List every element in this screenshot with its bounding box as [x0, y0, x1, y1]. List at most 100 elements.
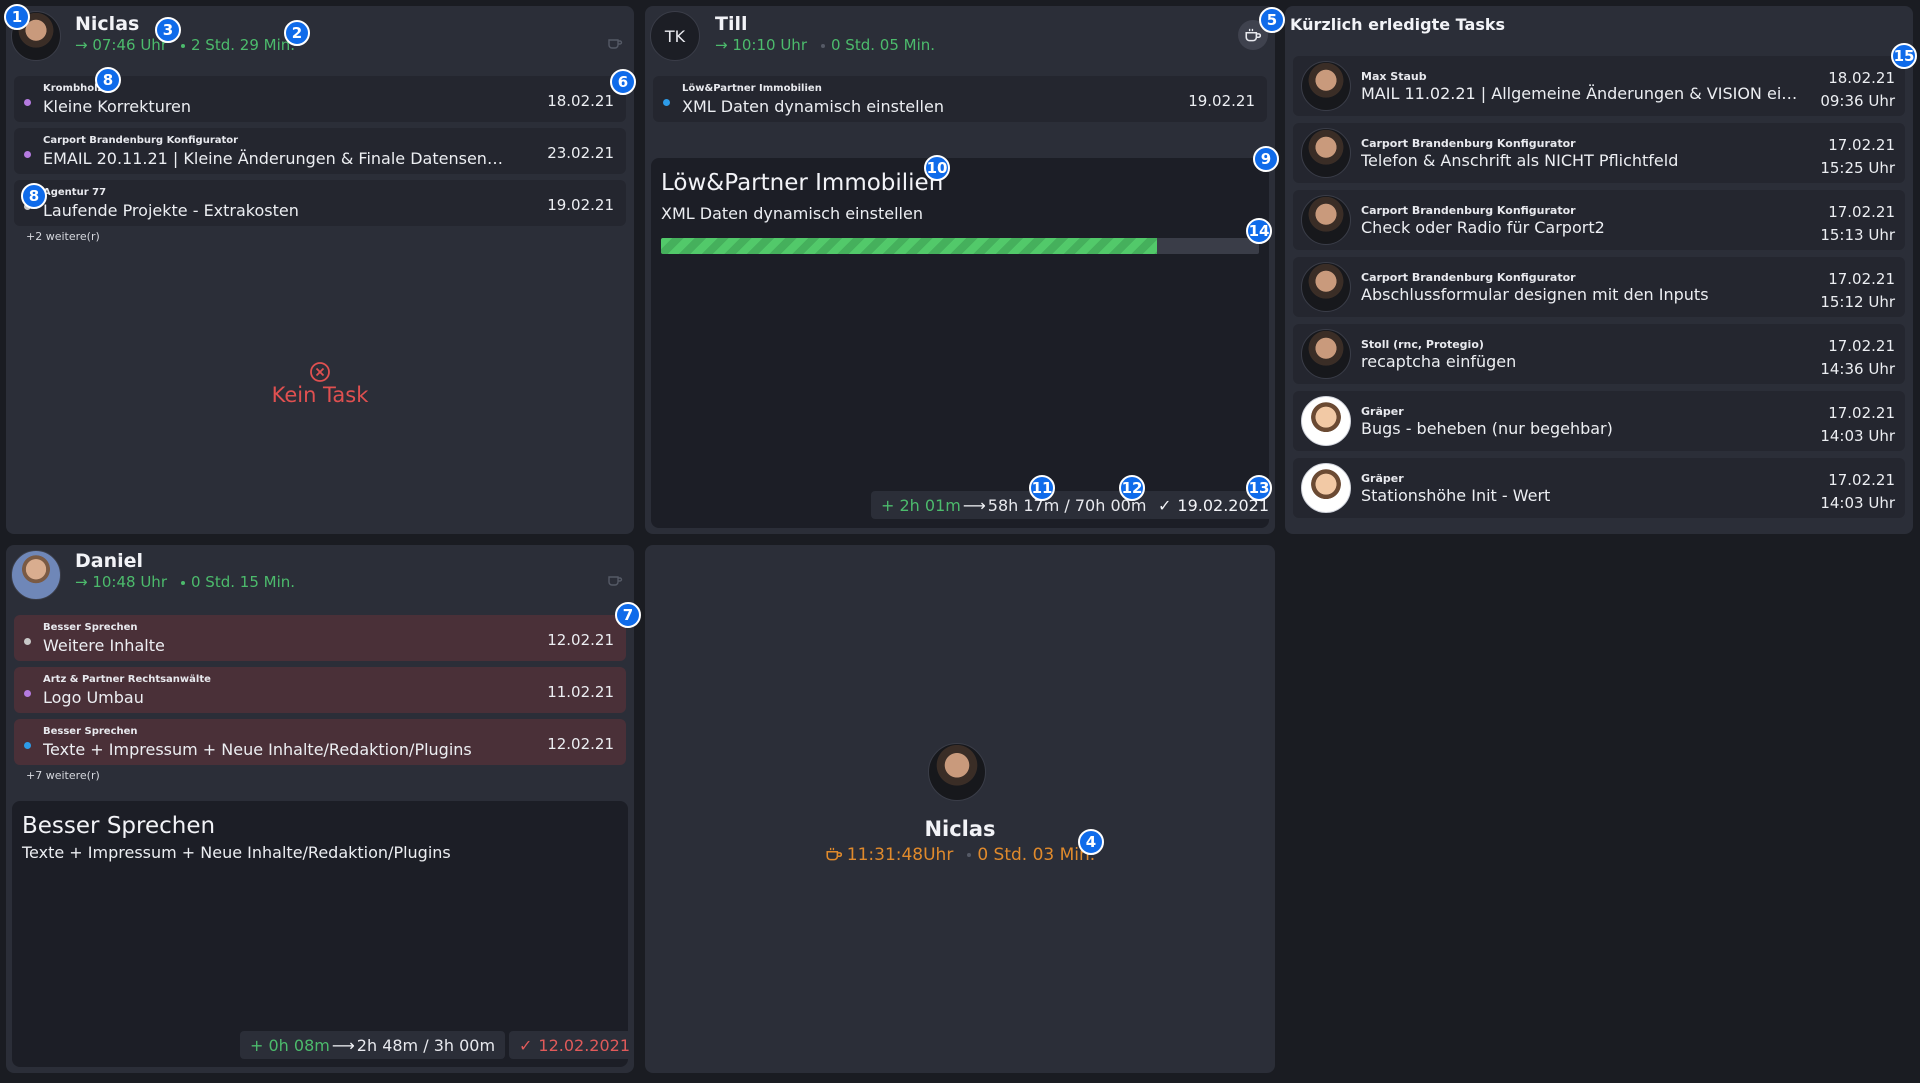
avatar	[1301, 61, 1351, 111]
recent-task-item[interactable]: Gräper Stationshöhe Init - Wert 17.02.21…	[1293, 458, 1905, 518]
annotation-badge: 5	[1259, 7, 1285, 33]
annotation-badge: 2	[284, 20, 310, 46]
annotation-badge: 8	[95, 67, 121, 93]
user-name: Niclas	[924, 817, 996, 841]
task-title: XML Daten dynamisch einstellen	[682, 97, 944, 116]
time-added: + 0h 08m	[250, 1035, 330, 1055]
task-date: 12.02.21	[547, 631, 614, 649]
task-title: MAIL 11.02.21 | Allgemeine Änderungen & …	[1361, 84, 1806, 103]
avatar: TK	[650, 11, 700, 61]
status-dot	[24, 151, 31, 158]
annotation-badge: 1	[4, 4, 30, 30]
task-date: 11.02.21	[547, 683, 614, 701]
user-card-daniel: Daniel → 10:48 Uhr 0 Std. 15 Min. Besser …	[6, 545, 634, 1073]
task-item[interactable]: Löw&Partner Immobilien XML Daten dynamis…	[653, 76, 1267, 122]
recent-task-item[interactable]: Carport Brandenburg Konfigurator Abschlu…	[1293, 257, 1905, 317]
due-date-chip: ✓ 12.02.2021	[509, 1031, 634, 1059]
break-start: 11:31:48Uhr	[846, 845, 954, 865]
annotation-badge: 14	[1246, 218, 1272, 244]
work-time: → 07:46 Uhr 2 Std. 29 Min.	[75, 36, 295, 54]
task-date: 17.02.21	[1828, 337, 1895, 355]
task-title: Logo Umbau	[43, 688, 144, 707]
avatar	[1301, 396, 1351, 446]
user-name: Niclas	[75, 13, 140, 35]
recent-task-item[interactable]: Stoll (rnc, Protegio) recaptcha einfügen…	[1293, 324, 1905, 384]
task-date: 17.02.21	[1828, 471, 1895, 489]
user-card-till: TK Till → 10:10 Uhr 0 Std. 05 Min. Löw&Pa…	[645, 6, 1275, 534]
task-title: Kleine Korrekturen	[43, 97, 192, 116]
task-time: 15:25 Uhr	[1820, 159, 1895, 177]
status-dot	[663, 99, 670, 106]
task-title: Weitere Inhalte	[43, 636, 165, 655]
check-icon: ✓	[1158, 495, 1172, 515]
annotation-badge: 6	[610, 69, 636, 95]
status-dot	[24, 742, 31, 749]
task-date: 19.02.21	[1188, 92, 1255, 110]
recent-task-item[interactable]: Gräper Bugs - beheben (nur begehbar) 17.…	[1293, 391, 1905, 451]
user-name: Daniel	[75, 550, 144, 572]
task-title: Check oder Radio für Carport2	[1361, 218, 1605, 237]
task-date: 17.02.21	[1828, 203, 1895, 221]
avatar	[1301, 195, 1351, 245]
break-button[interactable]	[600, 28, 630, 58]
recent-task-item[interactable]: Max Staub MAIL 11.02.21 | Allgemeine Änd…	[1293, 56, 1905, 116]
status-dot	[24, 690, 31, 697]
task-client: Carport Brandenburg Konfigurator	[1361, 271, 1576, 284]
status-dot	[24, 99, 31, 106]
start-time: → 07:46 Uhr	[75, 36, 167, 54]
task-date: 17.02.21	[1828, 136, 1895, 154]
annotation-badge: 11	[1029, 475, 1055, 501]
task-client: Carport Brandenburg Konfigurator	[43, 135, 239, 146]
time-tracked-chip: + 0h 08m ⟶ 2h 48m / 3h 00m	[240, 1031, 506, 1059]
annotation-badge: 10	[924, 155, 950, 181]
task-item[interactable]: Besser Sprechen Weitere Inhalte 12.02.21	[14, 615, 626, 661]
annotation-badge: 3	[155, 17, 181, 43]
task-item[interactable]: Agentur 77 Laufende Projekte - Extrakost…	[14, 180, 626, 226]
break-duration: 0 Std. 03 Min.	[977, 845, 1096, 865]
task-client: Krombholz	[43, 83, 104, 94]
task-client: Besser Sprechen	[43, 726, 138, 737]
task-client: Max Staub	[1361, 70, 1427, 83]
task-item[interactable]: Besser Sprechen Texte + Impressum + Neue…	[14, 719, 626, 765]
task-date: 17.02.21	[1828, 270, 1895, 288]
status-dot	[24, 638, 31, 645]
more-tasks-link[interactable]: +7 weitere(r)	[26, 769, 100, 782]
current-task-card[interactable]: Besser Sprechen Texte + Impressum + Neue…	[12, 801, 634, 1067]
task-item[interactable]: Carport Brandenburg Konfigurator EMAIL 2…	[14, 128, 626, 174]
time-progress-fill	[661, 238, 1158, 254]
task-client: Carport Brandenburg Konfigurator	[1361, 137, 1576, 150]
recent-tasks-panel: Kürzlich erledigte Tasks Max Staub MAIL …	[1285, 6, 1913, 534]
recent-task-item[interactable]: Carport Brandenburg Konfigurator Telefon…	[1293, 123, 1905, 183]
task-title: Telefon & Anschrift als NICHT Pflichtfel…	[1361, 151, 1679, 170]
task-item[interactable]: Artz & Partner Rechtsanwälte Logo Umbau …	[14, 667, 626, 713]
work-duration: 0 Std. 05 Min.	[831, 36, 936, 54]
panel-title: Kürzlich erledigte Tasks	[1290, 15, 1505, 34]
avatar	[928, 743, 986, 801]
avatar	[1301, 329, 1351, 379]
avatar	[1301, 128, 1351, 178]
break-time: 11:31:48Uhr 0 Std. 03 Min.	[645, 845, 1275, 865]
annotation-badge: 4	[1078, 829, 1104, 855]
more-tasks-link[interactable]: +2 weitere(r)	[26, 230, 100, 243]
current-task-card[interactable]: Löw&Partner Immobilien XML Daten dynamis…	[651, 158, 1275, 528]
coffee-icon	[608, 576, 623, 586]
no-task-message: Kein Task	[6, 361, 634, 407]
task-client: Löw&Partner Immobilien	[682, 83, 822, 94]
work-duration: 0 Std. 15 Min.	[191, 573, 296, 591]
task-date: 18.02.21	[1828, 69, 1895, 87]
work-time: → 10:10 Uhr 0 Std. 05 Min.	[715, 36, 935, 54]
break-button[interactable]	[600, 565, 630, 595]
due-date: 12.02.2021	[538, 1035, 631, 1055]
task-title: Bugs - beheben (nur begehbar)	[1361, 419, 1613, 438]
task-client: Besser Sprechen	[43, 622, 138, 633]
annotation-badge: 8	[21, 183, 47, 209]
task-title: Laufende Projekte - Extrakosten	[43, 201, 299, 220]
task-time: 14:03 Uhr	[1820, 427, 1895, 445]
task-client: Gräper	[1361, 405, 1404, 418]
avatar	[1301, 463, 1351, 513]
avatar	[11, 550, 61, 600]
task-date: 12.02.21	[547, 735, 614, 753]
recent-task-item[interactable]: Carport Brandenburg Konfigurator Check o…	[1293, 190, 1905, 250]
avatar	[1301, 262, 1351, 312]
no-task-label: Kein Task	[271, 383, 369, 407]
